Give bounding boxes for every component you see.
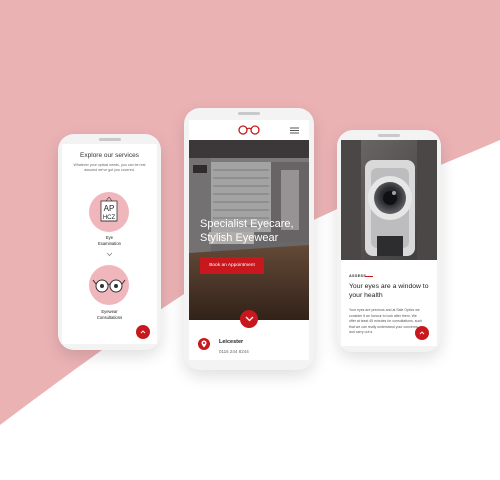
chevron-down-icon: [245, 316, 253, 322]
chevron-up-icon: [140, 330, 146, 334]
assess-body-text: Your eyes are precious and at Sale Optic…: [349, 308, 423, 334]
svg-text:AP: AP: [104, 204, 115, 213]
eye-examination-label[interactable]: Eye Examination: [62, 235, 157, 246]
scroll-down-button[interactable]: [240, 310, 258, 328]
hero-heading-line2: Stylish Eyewear: [200, 232, 279, 244]
phone-assess: ASSESS Your eyes are a window to your he…: [337, 130, 441, 352]
kicker-divider: [365, 276, 373, 277]
scroll-top-button[interactable]: [136, 325, 150, 339]
phone-services: Explore our services Whatever your optic…: [58, 134, 161, 350]
service-label-line2: Examination: [97, 240, 122, 246]
hero-heading-line1: Specialist Eyecare,: [200, 218, 294, 230]
eye-chart-icon: AP HCZ: [100, 196, 118, 222]
phone-home: Specialist Eyecare, Stylish Eyewear Book…: [184, 108, 314, 370]
location-name[interactable]: Leicester: [219, 339, 243, 345]
phone-speaker: [238, 112, 260, 115]
service-label-line2: Consultations: [96, 314, 123, 320]
eye-examination-tile[interactable]: AP HCZ: [89, 192, 129, 232]
chevron-up-icon: [419, 331, 425, 335]
chevron-down-icon[interactable]: [106, 252, 113, 257]
eyewear-consultations-tile[interactable]: [89, 265, 129, 305]
location-phone[interactable]: 0116 244 8244: [219, 349, 249, 354]
location-badge: [198, 338, 210, 350]
hero-heading: Specialist Eyecare, Stylish Eyewear: [200, 217, 305, 245]
phone-speaker: [378, 134, 400, 137]
phone-speaker: [98, 138, 121, 141]
hamburger-menu-icon[interactable]: [290, 127, 299, 134]
home-screen: Specialist Eyecare, Stylish Eyewear Book…: [189, 120, 309, 360]
services-screen: Explore our services Whatever your optic…: [62, 144, 157, 344]
glasses-logo-icon[interactable]: [237, 125, 261, 135]
eye-equipment-image: [341, 140, 437, 260]
services-intro: Whatever your optical needs, you can be …: [73, 163, 146, 172]
site-header: [189, 120, 309, 140]
services-title: Explore our services: [80, 152, 139, 159]
book-appointment-button[interactable]: Book an Appointment: [200, 257, 264, 274]
eyewear-consultations-label[interactable]: Eyewear Consultations: [62, 309, 157, 320]
hero-banner: Specialist Eyecare, Stylish Eyewear Book…: [189, 140, 309, 320]
assess-screen: ASSESS Your eyes are a window to your he…: [341, 140, 437, 346]
scroll-top-button[interactable]: [415, 326, 429, 340]
section-kicker: ASSESS: [349, 274, 367, 278]
map-pin-icon: [201, 340, 207, 348]
glasses-icon: [92, 279, 126, 293]
assess-heading: Your eyes are a window to your health: [349, 283, 429, 299]
eye-test-equipment-image: [341, 140, 437, 260]
svg-text:HCZ: HCZ: [103, 215, 116, 221]
